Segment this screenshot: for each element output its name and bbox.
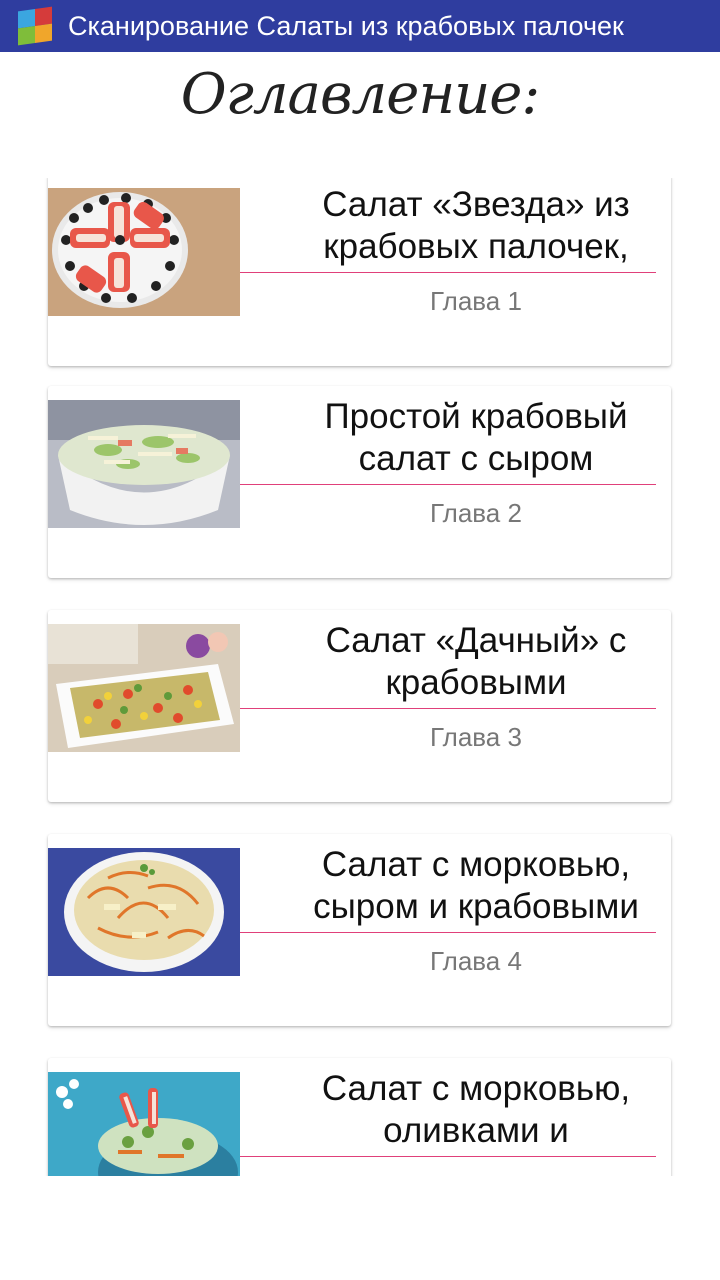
title-divider bbox=[240, 932, 656, 933]
title-divider bbox=[240, 708, 656, 709]
chapter-list[interactable]: Салат «Звезда» из крабовых палочек, Глав… bbox=[0, 178, 720, 1176]
app-title: Сканирование Салаты из крабовых палочек bbox=[68, 10, 624, 41]
crab-cheese-salad-bowl-photo bbox=[48, 400, 240, 528]
chapter-title: Салат «Звезда» из крабовых палочек, bbox=[322, 185, 630, 266]
chapter-number: Глава 4 bbox=[430, 946, 522, 976]
chapter-title: Салат с морковью, сыром и крабовыми bbox=[313, 845, 639, 926]
chapter-title: Салат «Дачный» с крабовыми bbox=[325, 621, 627, 702]
chapter-card-4[interactable]: Салат с морковью, сыром и крабовыми Глав… bbox=[48, 834, 671, 1026]
chapter-card-1[interactable]: Салат «Звезда» из крабовых палочек, Глав… bbox=[48, 178, 671, 366]
chapter-number: Глава 1 bbox=[430, 286, 522, 316]
chapter-number: Глава 3 bbox=[430, 722, 522, 752]
app-title-bar: Сканирование Салаты из крабовых палочек bbox=[0, 0, 720, 52]
chapter-title: Простой крабовый салат с сыром bbox=[324, 397, 628, 478]
dacha-salad-platter-photo bbox=[48, 624, 240, 752]
chapter-card-3[interactable]: Салат «Дачный» с крабовыми Глава 3 bbox=[48, 610, 671, 802]
carrot-cheese-salad-photo bbox=[48, 848, 240, 976]
title-divider bbox=[240, 484, 656, 485]
carrot-olive-salad-photo bbox=[48, 1072, 240, 1176]
chapter-card-5[interactable]: Салат с морковью, оливками и bbox=[48, 1058, 671, 1176]
chapter-card-2[interactable]: Простой крабовый салат с сыром Глава 2 bbox=[48, 386, 671, 578]
chapter-title: Салат с морковью, оливками и bbox=[321, 1069, 631, 1150]
star-crab-salad-photo bbox=[48, 188, 240, 316]
chapter-number: Глава 2 bbox=[430, 498, 522, 528]
app-logo-icon bbox=[18, 6, 52, 46]
title-divider bbox=[240, 1156, 656, 1157]
toc-heading: Оглавление: bbox=[180, 62, 541, 127]
title-divider bbox=[240, 272, 656, 273]
